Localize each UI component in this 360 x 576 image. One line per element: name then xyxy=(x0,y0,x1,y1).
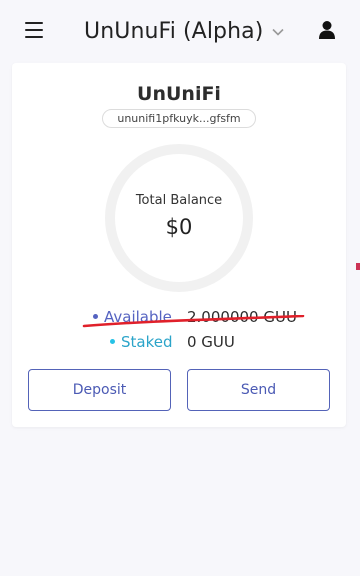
deposit-button[interactable]: Deposit xyxy=(28,369,171,411)
red-underline-annotation xyxy=(82,315,305,328)
user-icon[interactable] xyxy=(318,20,336,40)
total-balance-value: $0 xyxy=(165,215,193,239)
wallet-name: UnUniFi xyxy=(137,83,221,105)
send-button[interactable]: Send xyxy=(187,369,330,411)
staked-value: 0 GUU xyxy=(187,333,235,351)
total-balance-label: Total Balance xyxy=(135,193,223,208)
wallet-card: UnUniFi ununifi1pfkuyk...gfsfm Total Bal… xyxy=(12,63,346,427)
staked-dot-icon xyxy=(110,339,115,344)
app-header: UnUnuFi (Alpha) xyxy=(0,0,360,62)
app-title: UnUnuFi (Alpha) xyxy=(84,18,264,44)
wallet-address-pill[interactable]: ununifi1pfkuyk...gfsfm xyxy=(102,109,256,128)
chevron-down-icon xyxy=(272,28,284,36)
staked-label: Staked xyxy=(110,333,173,353)
wallet-selector-dropdown[interactable]: UnUnuFi (Alpha) xyxy=(84,16,284,46)
scroll-edge-marker xyxy=(356,263,360,270)
hamburger-menu-icon[interactable] xyxy=(25,22,43,39)
